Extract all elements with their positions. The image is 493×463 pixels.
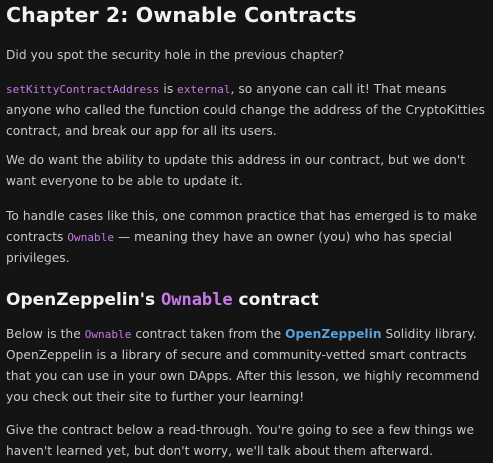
lesson-page: Chapter 2: Ownable Contracts Did you spo… [0, 0, 493, 463]
section-heading-text-b: contract [232, 290, 319, 310]
readthrough-paragraph: Give the contract below a read-through. … [6, 420, 489, 462]
requirement-paragraph: We do want the ability to update this ad… [6, 150, 489, 192]
intro-question-text: Did you spot the security hole in the pr… [6, 48, 345, 62]
requirement-text: We do want the ability to update this ad… [6, 153, 466, 188]
description-text-b: contract taken from the [131, 327, 286, 341]
openzeppelin-link[interactable]: OpenZeppelin [285, 327, 381, 341]
external-keyword-code: external [177, 83, 231, 96]
section-heading: OpenZeppelin's Ownable contract [6, 290, 319, 310]
explanation-paragraph: setKittyContractAddress is external, so … [6, 79, 489, 142]
ownable-description-paragraph: Below is the Ownable contract taken from… [6, 324, 489, 408]
readthrough-text: Give the contract below a read-through. … [6, 423, 474, 458]
description-text-a: Below is the [6, 327, 85, 341]
section-heading-text-a: OpenZeppelin's [6, 290, 161, 310]
function-name-code: setKittyContractAddress [6, 83, 160, 96]
explanation-text-a: is [159, 82, 178, 96]
description-ownable-code: Ownable [84, 328, 132, 341]
practice-paragraph: To handle cases like this, one common pr… [6, 206, 489, 269]
section-heading-code: Ownable [160, 290, 233, 310]
chapter-title: Chapter 2: Ownable Contracts [6, 3, 357, 27]
ownable-code: Ownable [67, 231, 115, 244]
intro-paragraph: Did you spot the security hole in the pr… [6, 45, 489, 66]
